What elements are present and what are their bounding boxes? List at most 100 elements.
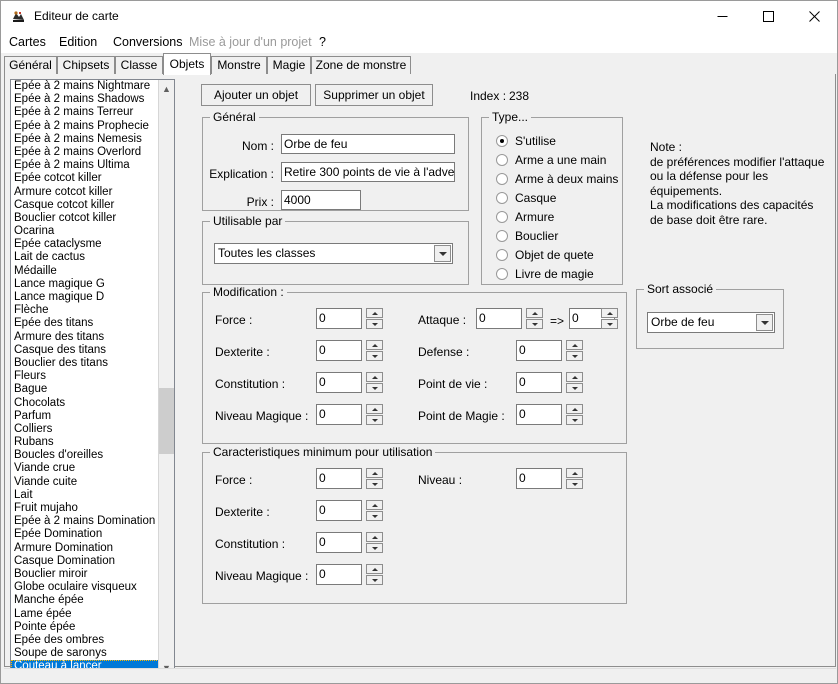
menu-help[interactable]: ? — [317, 34, 328, 51]
min-niveau-magique-input[interactable]: 0 — [316, 564, 362, 585]
spin-down-icon[interactable] — [366, 479, 383, 489]
list-item[interactable]: Chocolats — [11, 397, 159, 410]
spin-up-icon[interactable] — [601, 308, 618, 318]
mod-point-de-vie-spinner[interactable] — [566, 372, 583, 393]
radio-livre-de-magie[interactable]: Livre de magie — [496, 266, 594, 282]
spin-down-icon[interactable] — [566, 383, 583, 393]
min-niveau-magique-spinner[interactable] — [366, 564, 383, 585]
mod-niveau-magique-spinner[interactable] — [366, 404, 383, 425]
usable-by-combo[interactable]: Toutes les classes — [214, 243, 453, 264]
list-item[interactable]: Manche épée — [11, 594, 159, 607]
tab-general[interactable]: Général — [4, 56, 57, 75]
list-item[interactable]: Ocarina — [11, 225, 159, 238]
tab-chipsets[interactable]: Chipsets — [57, 56, 115, 75]
list-item[interactable]: Fleurs — [11, 370, 159, 383]
mod-attaque-spinner[interactable] — [526, 308, 543, 329]
menu-cartes[interactable]: Cartes — [7, 34, 48, 51]
radio-objet-de-quete[interactable]: Objet de quete — [496, 247, 594, 263]
spin-up-icon[interactable] — [366, 468, 383, 478]
min-niveau-input[interactable]: 0 — [516, 468, 562, 489]
list-item[interactable]: Epée à 2 mains Domination — [11, 515, 159, 528]
min-dexterite-spinner[interactable] — [366, 500, 383, 521]
list-item[interactable]: Bouclier cotcot killer — [11, 212, 159, 225]
spin-up-icon[interactable] — [366, 308, 383, 318]
mod-defense-spinner[interactable] — [566, 340, 583, 361]
close-button[interactable] — [791, 1, 837, 31]
list-item[interactable]: Epée Domination — [11, 528, 159, 541]
list-item[interactable]: Lame épée — [11, 608, 159, 621]
min-force-spinner[interactable] — [366, 468, 383, 489]
list-item[interactable]: Pointe épée — [11, 621, 159, 634]
price-input[interactable]: 4000 — [281, 190, 361, 210]
spin-down-icon[interactable] — [366, 383, 383, 393]
list-item[interactable]: Epée cotcot killer — [11, 172, 159, 185]
name-input[interactable]: Orbe de feu — [281, 134, 455, 154]
tab-monstre[interactable]: Monstre — [211, 56, 267, 75]
list-item[interactable]: Flèche — [11, 304, 159, 317]
spin-down-icon[interactable] — [566, 351, 583, 361]
list-item[interactable]: Epée des titans — [11, 317, 159, 330]
object-list-scrollbar[interactable]: ▲ ▼ — [158, 80, 174, 676]
list-item[interactable]: Lance magique D — [11, 291, 159, 304]
spin-up-icon[interactable] — [366, 340, 383, 350]
radio-bouclier[interactable]: Bouclier — [496, 228, 558, 244]
spin-up-icon[interactable] — [566, 372, 583, 382]
list-item[interactable]: Globe oculaire visqueux — [11, 581, 159, 594]
list-item[interactable]: Epée à 2 mains Ultima — [11, 159, 159, 172]
list-item[interactable]: Viande cuite — [11, 476, 159, 489]
list-item[interactable]: Casque Domination — [11, 555, 159, 568]
list-item[interactable]: Armure des titans — [11, 331, 159, 344]
menu-conversions[interactable]: Conversions — [111, 34, 184, 51]
list-item[interactable]: Epée à 2 mains Terreur — [11, 106, 159, 119]
mod-niveau-magique-input[interactable]: 0 — [316, 404, 362, 425]
spin-up-icon[interactable] — [366, 372, 383, 382]
list-item[interactable]: Epée à 2 mains Prophecie — [11, 120, 159, 133]
spell-combo[interactable]: Orbe de feu — [647, 312, 775, 333]
list-item[interactable]: Rubans — [11, 436, 159, 449]
list-item[interactable]: Epée à 2 mains Overlord — [11, 146, 159, 159]
spin-up-icon[interactable] — [566, 468, 583, 478]
add-object-button[interactable]: Ajouter un objet — [201, 84, 311, 106]
list-item[interactable]: Epée des ombres — [11, 634, 159, 647]
list-item[interactable]: Casque cotcot killer — [11, 199, 159, 212]
spin-up-icon[interactable] — [366, 404, 383, 414]
mod-defense-input[interactable]: 0 — [516, 340, 562, 361]
mod-dexterite-spinner[interactable] — [366, 340, 383, 361]
spin-down-icon[interactable] — [366, 543, 383, 553]
menu-edition[interactable]: Edition — [57, 34, 99, 51]
spin-down-icon[interactable] — [366, 319, 383, 329]
spin-down-icon[interactable] — [366, 511, 383, 521]
list-item[interactable]: Epée à 2 mains Shadows — [11, 93, 159, 106]
list-item[interactable]: Armure cotcot killer — [11, 186, 159, 199]
mod-force-spinner[interactable] — [366, 308, 383, 329]
chevron-down-icon[interactable] — [756, 314, 773, 331]
radio-arme-une-main[interactable]: Arme a une main — [496, 152, 606, 168]
list-item[interactable]: Lait — [11, 489, 159, 502]
tab-magie[interactable]: Magie — [267, 56, 311, 75]
min-constitution-input[interactable]: 0 — [316, 532, 362, 553]
min-force-input[interactable]: 0 — [316, 468, 362, 489]
list-item[interactable]: Armure Domination — [11, 542, 159, 555]
list-item[interactable]: Epée cataclysme — [11, 238, 159, 251]
list-item[interactable]: Parfum — [11, 410, 159, 423]
radio-sutilise[interactable]: S'utilise — [496, 133, 556, 149]
spin-up-icon[interactable] — [566, 340, 583, 350]
min-constitution-spinner[interactable] — [366, 532, 383, 553]
radio-casque[interactable]: Casque — [496, 190, 556, 206]
list-item[interactable]: Casque des titans — [11, 344, 159, 357]
maximize-button[interactable] — [745, 1, 791, 31]
list-item[interactable]: Fruit mujaho — [11, 502, 159, 515]
tab-zone-de-monstre[interactable]: Zone de monstre — [311, 56, 411, 75]
list-item[interactable]: Colliers — [11, 423, 159, 436]
mod-dexterite-input[interactable]: 0 — [316, 340, 362, 361]
list-item[interactable]: Viande crue — [11, 462, 159, 475]
spin-down-icon[interactable] — [601, 319, 618, 329]
mod-force-input[interactable]: 0 — [316, 308, 362, 329]
list-item[interactable]: Bague — [11, 383, 159, 396]
mod-attaque-input[interactable]: 0 — [476, 308, 522, 329]
list-item[interactable]: Médaille — [11, 265, 159, 278]
chevron-down-icon[interactable] — [434, 245, 451, 262]
delete-object-button[interactable]: Supprimer un objet — [315, 84, 433, 106]
spin-down-icon[interactable] — [566, 415, 583, 425]
tab-objets[interactable]: Objets — [163, 53, 211, 75]
